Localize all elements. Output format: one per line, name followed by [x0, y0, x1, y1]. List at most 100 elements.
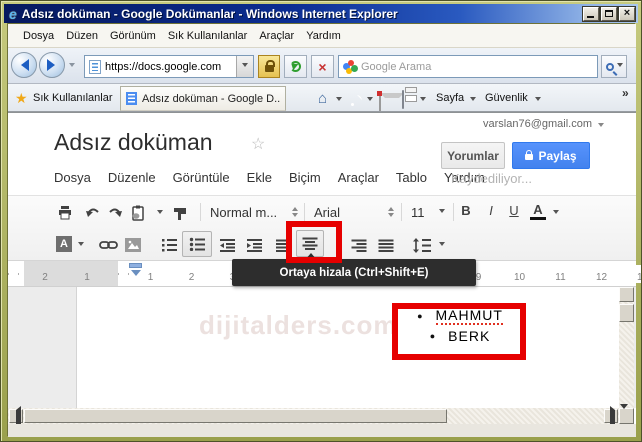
underline-button[interactable]: U [506, 203, 522, 218]
highlight-caret-icon[interactable] [78, 242, 84, 249]
italic-button[interactable]: I [483, 203, 499, 218]
address-dropdown-button[interactable] [236, 56, 253, 77]
favorites-button[interactable]: Sık Kullanılanlar [33, 92, 113, 104]
vertical-scroll-thumb[interactable] [619, 304, 634, 322]
overflow-chevrons-icon[interactable]: » [622, 86, 629, 100]
comments-label: Yorumlar [447, 149, 499, 163]
security-menu-button[interactable]: Güvenlik [485, 92, 528, 104]
paste-caret-icon[interactable] [157, 210, 163, 217]
style-select[interactable]: Normal m... [210, 202, 298, 222]
search-placeholder[interactable]: Google Arama [361, 61, 431, 73]
bold-button[interactable]: B [458, 203, 474, 218]
back-arrow-icon [15, 59, 29, 71]
indent-marker-icon[interactable] [131, 270, 141, 281]
style-select-value: Normal m... [210, 205, 277, 220]
margin-marker[interactable] [129, 263, 142, 268]
text-color-caret-icon[interactable] [553, 210, 559, 217]
title-bar[interactable]: e Adsız doküman - Google Dokümanlar - Wi… [4, 4, 638, 23]
insert-link-button[interactable] [98, 236, 118, 254]
history-caret-icon[interactable] [69, 63, 75, 70]
align-right-button[interactable] [350, 236, 368, 254]
print-icon[interactable] [402, 90, 404, 109]
bulleted-list-button[interactable] [182, 231, 212, 257]
docs-menu-item[interactable]: Dosya [54, 170, 91, 185]
search-box[interactable]: Google Arama [338, 55, 598, 78]
paint-format-button[interactable] [171, 204, 189, 222]
ie-menu-item[interactable]: Sık Kullanılanlar [163, 28, 253, 44]
dropdown-caret-icon [242, 63, 248, 70]
lock-icon [265, 65, 274, 72]
ie-menu-item[interactable]: Düzen [61, 28, 103, 44]
justify-button[interactable] [377, 236, 395, 254]
star-document-icon[interactable]: ☆ [251, 134, 265, 154]
docs-menu-item[interactable]: Ekle [247, 170, 272, 185]
home-caret-icon[interactable] [336, 97, 342, 104]
ie-menu-item[interactable]: Görünüm [105, 28, 161, 44]
rss-caret-icon[interactable] [367, 97, 373, 104]
ie-menu-item[interactable]: Yardım [301, 28, 346, 44]
paste-format-button[interactable] [129, 204, 147, 222]
ie-menu-item[interactable]: Dosya [18, 28, 59, 44]
close-button[interactable]: × [619, 7, 635, 21]
print-caret-icon[interactable] [420, 97, 426, 104]
refresh-icon [290, 61, 301, 72]
home-icon[interactable]: ⌂ [318, 91, 327, 106]
read-mail-icon[interactable] [379, 92, 381, 111]
undo-button[interactable] [84, 204, 102, 222]
docs-menu-item[interactable]: Araçlar [338, 170, 379, 185]
scroll-right-button[interactable] [604, 409, 618, 423]
account-email[interactable]: varslan76@gmail.com [483, 118, 592, 130]
refresh-button[interactable] [284, 55, 307, 78]
numbered-list-button[interactable] [160, 236, 178, 254]
line-spacing-button[interactable] [412, 236, 432, 254]
address-field[interactable]: https://docs.google.com [84, 55, 254, 78]
page-menu-button[interactable]: Sayfa [436, 92, 464, 104]
insert-image-button[interactable] [124, 236, 142, 254]
ie-menu-item[interactable]: Araçlar [254, 28, 299, 44]
share-button[interactable]: Paylaş [512, 142, 590, 169]
horizontal-scroll-thumb[interactable] [24, 409, 447, 423]
stop-button[interactable]: × [311, 55, 334, 78]
line-spacing-caret-icon[interactable] [439, 242, 445, 249]
share-lock-icon [525, 154, 533, 160]
search-button[interactable] [601, 55, 627, 78]
font-select[interactable]: Arial [314, 202, 394, 222]
scroll-down-button[interactable] [619, 408, 634, 424]
account-caret-icon[interactable] [598, 123, 604, 130]
docs-favicon [126, 92, 137, 105]
back-button[interactable] [11, 52, 37, 78]
docs-menu-item[interactable]: Düzenle [108, 170, 156, 185]
docs-menu-item[interactable]: Görüntüle [173, 170, 230, 185]
decrease-indent-button[interactable] [218, 236, 236, 254]
text-color-button[interactable]: A [530, 203, 546, 220]
annotation-box-toolbar [286, 221, 342, 263]
address-url[interactable]: https://docs.google.com [105, 61, 236, 73]
align-center-tooltip: Ortaya hizala (Ctrl+Shift+E) [232, 259, 476, 286]
redo-button[interactable] [106, 204, 124, 222]
scroll-left-button[interactable] [9, 409, 23, 423]
comments-button[interactable]: Yorumlar [441, 142, 505, 169]
maximize-icon [605, 10, 613, 17]
document-page[interactable]: dijitalders.com ● MAHMUT ● BERK [76, 287, 619, 408]
increase-indent-button[interactable] [245, 236, 263, 254]
forward-button[interactable] [39, 52, 65, 78]
maximize-button[interactable] [601, 7, 617, 21]
scroll-up-button[interactable] [619, 287, 634, 302]
docs-menu-item[interactable]: Tablo [396, 170, 427, 185]
font-size-value: 11 [411, 205, 425, 220]
favorites-star-icon[interactable]: ★ [15, 90, 28, 107]
address-bar: https://docs.google.com × Google Arama [8, 48, 636, 84]
print-button[interactable] [56, 204, 74, 222]
ruler-number: 1 [66, 265, 108, 283]
font-size-select[interactable]: 11 [411, 202, 445, 222]
highlight-color-button[interactable]: A [56, 236, 72, 252]
search-caret-icon [617, 63, 623, 70]
minimize-button[interactable] [583, 7, 599, 21]
security-lock-button[interactable] [258, 55, 280, 78]
document-title[interactable]: Adsız doküman [54, 129, 213, 156]
browser-tab[interactable]: Adsız doküman - Google D... [120, 86, 286, 111]
security-caret-icon[interactable] [535, 97, 541, 104]
page-caret-icon[interactable] [470, 97, 476, 104]
docs-menu-item[interactable]: Biçim [289, 170, 321, 185]
minimize-icon [587, 16, 594, 18]
